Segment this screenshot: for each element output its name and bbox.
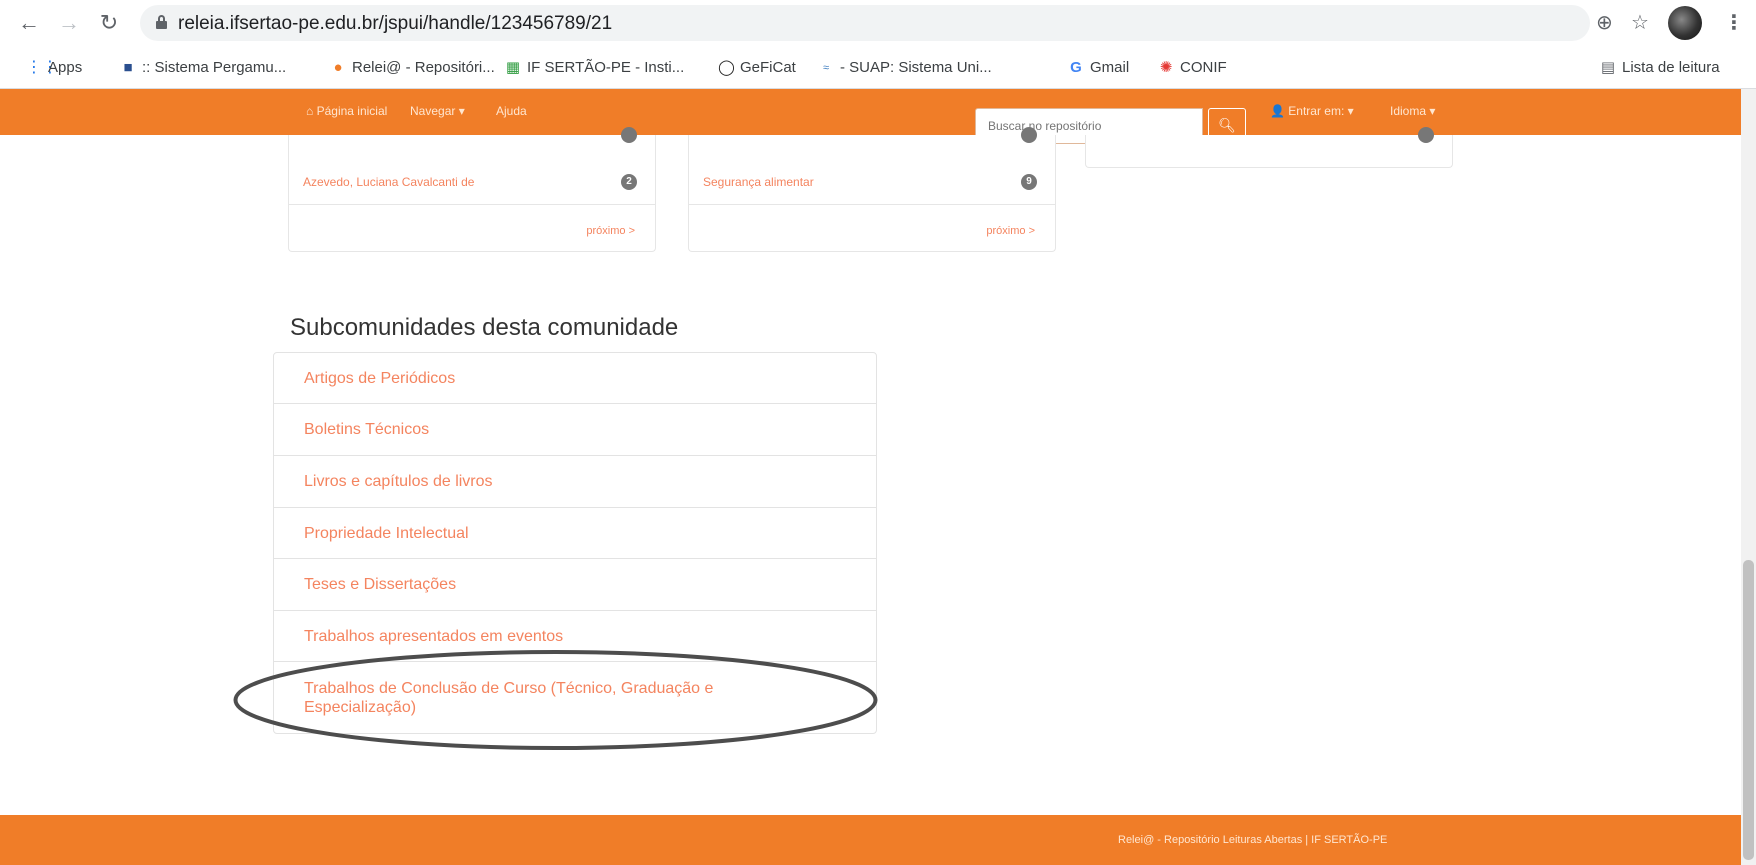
address-bar[interactable]: releia.ifsertao-pe.edu.br/jspui/handle/1… (140, 5, 1590, 41)
subcommunity-link[interactable]: Artigos de Periódicos (274, 353, 876, 404)
nav-help-link[interactable]: Ajuda (496, 104, 527, 118)
reading-list-button[interactable]: ▤ Lista de leitura (1600, 59, 1720, 76)
count-badge: 9 (1021, 174, 1037, 190)
geficat-icon: ◯ (718, 58, 735, 76)
back-arrow-icon[interactable]: ← (18, 12, 40, 34)
count-badge (1021, 127, 1037, 143)
scrollbar-thumb[interactable] (1743, 560, 1754, 860)
user-icon: 👤 (1270, 104, 1285, 118)
subcommunity-link[interactable]: Propriedade Intelectual (274, 508, 876, 559)
count-badge: 2 (621, 174, 637, 190)
bookmark-suap[interactable]: ≈ - SUAP: Sistema Uni... (818, 59, 992, 76)
list-item: Azevedo, Luciana Cavalcanti de 2 (289, 159, 655, 205)
google-icon: G (1070, 58, 1082, 76)
browser-toolbar: ← → ↻ releia.ifsertao-pe.edu.br/jspui/ha… (0, 0, 1756, 47)
releia-icon: ● (333, 58, 343, 76)
reading-list-icon: ▤ (1600, 58, 1616, 76)
authors-card: Azevedo, Luciana Cavalcanti de 2 próximo… (288, 127, 656, 252)
zoom-icon[interactable]: ⊕ (1596, 10, 1613, 35)
subcommunity-link-tcc[interactable]: Trabalhos de Conclusão de Curso (Técnico… (274, 662, 876, 733)
menu-dots-icon[interactable]: ⋮ (1724, 10, 1744, 35)
search-icon: 🔍︎ (1218, 117, 1236, 133)
reload-icon[interactable]: ↻ (98, 12, 120, 34)
next-link[interactable]: próximo > (586, 225, 635, 237)
site-footer: Relei@ - Repositório Leituras Abertas | … (0, 815, 1756, 865)
caret-down-icon: ▾ (1347, 104, 1354, 118)
bookmark-releia[interactable]: ● Relei@ - Repositóri... (330, 58, 494, 76)
bookmark-geficat[interactable]: ◯ GeFiCat (718, 59, 796, 76)
author-link[interactable]: Azevedo, Luciana Cavalcanti de (303, 175, 474, 189)
subject-link[interactable]: Segurança alimentar (703, 175, 814, 189)
bookmark-apps[interactable]: ⋮⋮ Apps (26, 59, 82, 76)
list-item: Segurança alimentar 9 (689, 159, 1055, 205)
url-text: releia.ifsertao-pe.edu.br/jspui/handle/1… (178, 13, 613, 34)
lock-icon (156, 15, 167, 29)
third-card (1085, 127, 1453, 168)
apps-grid-icon: ⋮⋮ (26, 58, 58, 76)
count-badge (1418, 127, 1434, 143)
pergamum-icon: ■ (123, 58, 133, 76)
caret-down-icon: ▾ (1429, 104, 1436, 118)
subjects-card: Segurança alimentar 9 próximo > (688, 127, 1056, 252)
home-icon: ⌂ (306, 104, 314, 118)
subcommunity-link[interactable]: Teses e Dissertações (274, 559, 876, 611)
nav-browse-menu[interactable]: Navegar ▾ (410, 104, 465, 118)
nav-language-menu[interactable]: Idioma ▾ (1390, 104, 1435, 118)
suap-icon: ≈ (822, 61, 830, 74)
footer-text: Relei@ - Repositório Leituras Abertas | … (1118, 834, 1388, 846)
subcommunities-title: Subcomunidades desta comunidade (290, 314, 679, 341)
subcommunity-link[interactable]: Livros e capítulos de livros (274, 456, 876, 508)
bookmark-star-icon[interactable]: ☆ (1631, 10, 1649, 35)
bookmark-pergamum[interactable]: ■ :: Sistema Pergamu... (120, 59, 286, 76)
if-sertao-icon: ▦ (505, 58, 521, 76)
next-link[interactable]: próximo > (986, 225, 1035, 237)
nav-login-menu[interactable]: 👤 Entrar em: ▾ (1270, 104, 1354, 118)
bookmark-gmail[interactable]: G Gmail (1068, 59, 1129, 76)
forward-arrow-icon[interactable]: → (58, 12, 80, 34)
subcommunity-link[interactable]: Boletins Técnicos (274, 404, 876, 456)
nav-home-link[interactable]: ⌂ Página inicial (306, 104, 387, 118)
bookmark-if-sertao[interactable]: ▦ IF SERTÃO-PE - Insti... (505, 59, 684, 76)
caret-down-icon: ▾ (458, 104, 465, 118)
subcommunity-link[interactable]: Trabalhos apresentados em eventos (274, 611, 876, 662)
count-badge (621, 127, 637, 143)
bookmarks-bar: ⋮⋮ Apps ■ :: Sistema Pergamu... ● Relei@… (0, 47, 1756, 89)
site-navbar: ⌂ Página inicial Navegar ▾ Ajuda 👤 Entra… (0, 89, 1756, 135)
subcommunities-list: Artigos de Periódicos Boletins Técnicos … (273, 352, 877, 734)
conif-icon: ✺ (1159, 58, 1173, 76)
bookmark-conif[interactable]: ✺ CONIF (1158, 59, 1227, 76)
profile-avatar[interactable] (1668, 6, 1702, 40)
